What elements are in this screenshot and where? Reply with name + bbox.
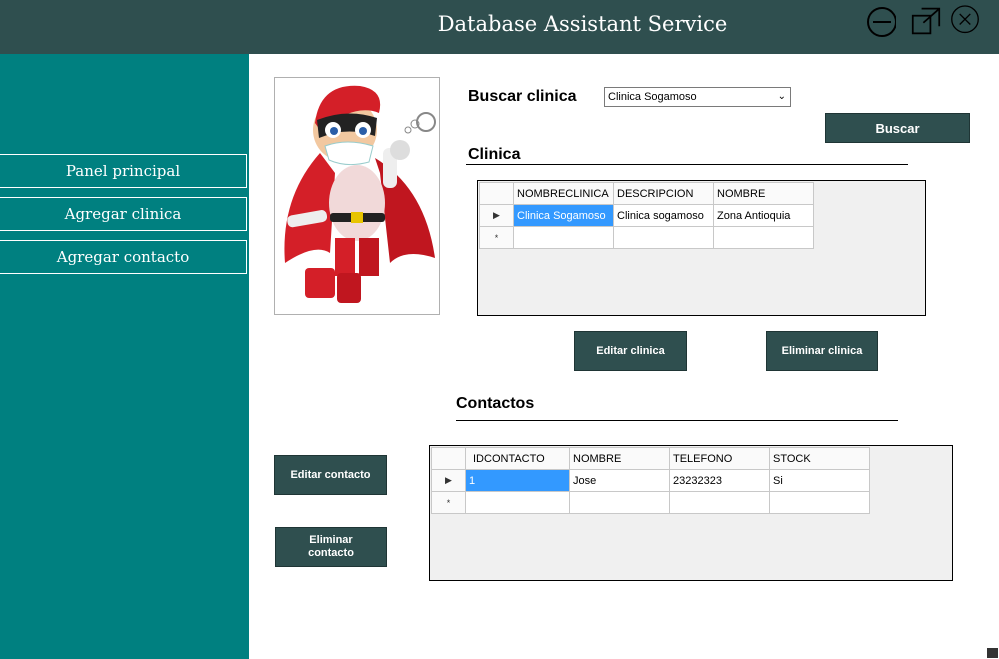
sidebar: Panel principal Agregar clinica Agregar … <box>0 54 249 659</box>
edit-clinica-button[interactable]: Editar clinica <box>574 331 687 371</box>
superhero-illustration <box>274 77 440 315</box>
table-cell[interactable] <box>713 226 814 249</box>
table-cell[interactable] <box>465 491 570 514</box>
new-row-icon: * <box>479 226 514 249</box>
table-cell[interactable] <box>513 226 614 249</box>
maximize-icon[interactable] <box>911 5 941 37</box>
table-cell[interactable]: Si <box>769 469 870 492</box>
minimize-icon[interactable] <box>866 5 896 37</box>
search-label: Buscar clinica <box>468 88 577 105</box>
row-header-corner <box>479 182 514 205</box>
table-cell[interactable] <box>569 491 670 514</box>
title-bar: Database Assistant Service <box>0 0 999 54</box>
table-cell[interactable]: 23232323 <box>669 469 770 492</box>
clinica-heading: Clinica <box>468 146 521 163</box>
search-button[interactable]: Buscar <box>825 113 970 143</box>
sidebar-item-agregar-contacto[interactable]: Agregar contacto <box>0 240 247 274</box>
new-row[interactable]: * <box>431 491 870 514</box>
sidebar-item-agregar-clinica[interactable]: Agregar clinica <box>0 197 247 231</box>
row-pointer-icon: ▶ <box>431 469 466 492</box>
new-row[interactable]: * <box>479 226 814 249</box>
resize-grip-icon[interactable] <box>987 648 998 658</box>
table-cell[interactable]: 1 <box>465 469 570 492</box>
table-row[interactable]: ▶ 1 Jose 23232323 Si <box>431 469 870 492</box>
new-row-icon: * <box>431 491 466 514</box>
clinic-select[interactable]: Clinica Sogamoso ⌄ <box>604 87 791 107</box>
clinic-select-value: Clinica Sogamoso <box>608 91 697 103</box>
sidebar-item-panel-principal[interactable]: Panel principal <box>0 154 247 188</box>
table-cell[interactable]: Clinica sogamoso <box>613 204 714 227</box>
column-header[interactable]: DESCRIPCION <box>613 182 714 205</box>
contactos-grid[interactable]: IDCONTACTO NOMBRE TELEFONO STOCK ▶ 1 Jos… <box>429 445 953 581</box>
table-cell[interactable]: Clinica Sogamoso <box>513 204 614 227</box>
window-title: Database Assistant Service <box>437 12 728 36</box>
column-header[interactable]: NOMBRE <box>713 182 814 205</box>
clinica-grid[interactable]: NOMBRECLINICA DESCRIPCION NOMBRE ▶ Clini… <box>477 180 926 316</box>
delete-contact-label-line1: Eliminar <box>309 534 353 546</box>
edit-contact-button[interactable]: Editar contacto <box>274 455 387 495</box>
column-header[interactable]: NOMBRECLINICA <box>513 182 614 205</box>
contactos-heading: Contactos <box>456 395 535 412</box>
delete-clinica-button[interactable]: Eliminar clinica <box>766 331 878 371</box>
table-cell[interactable]: Zona Antioquia <box>713 204 814 227</box>
table-cell[interactable] <box>769 491 870 514</box>
clinica-divider <box>466 164 908 165</box>
column-header[interactable]: IDCONTACTO <box>465 447 570 470</box>
contactos-divider <box>456 420 898 421</box>
row-header-corner <box>431 447 466 470</box>
table-cell[interactable] <box>669 491 770 514</box>
chevron-down-icon: ⌄ <box>777 91 786 102</box>
column-header[interactable]: TELEFONO <box>669 447 770 470</box>
column-header[interactable]: NOMBRE <box>569 447 670 470</box>
close-icon[interactable] <box>950 5 980 37</box>
delete-contact-label-line2: contacto <box>308 547 354 559</box>
column-header[interactable]: STOCK <box>769 447 870 470</box>
table-cell[interactable] <box>613 226 714 249</box>
row-pointer-icon: ▶ <box>479 204 514 227</box>
table-row[interactable]: ▶ Clinica Sogamoso Clinica sogamoso Zona… <box>479 204 814 227</box>
table-cell[interactable]: Jose <box>569 469 670 492</box>
delete-contact-button[interactable]: Eliminar contacto <box>275 527 387 567</box>
